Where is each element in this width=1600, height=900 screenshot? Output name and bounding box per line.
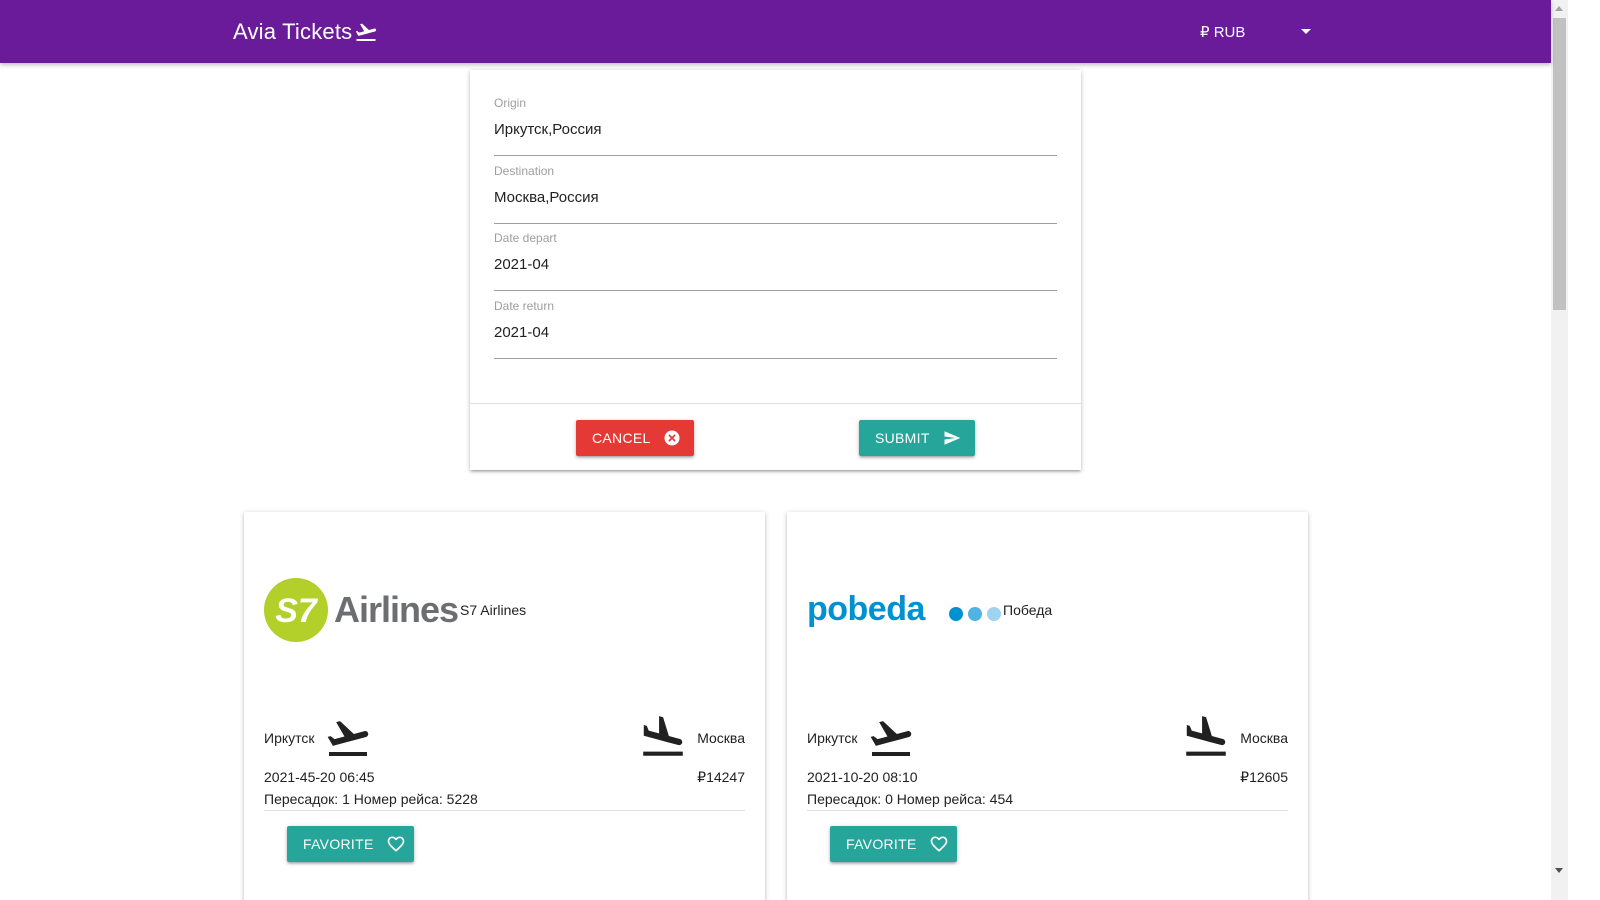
airline-name: Победа bbox=[1003, 602, 1053, 618]
flight-info: Пересадок: 0 Номер рейса: 454 bbox=[807, 791, 1288, 811]
flight-takeoff-icon bbox=[356, 23, 377, 41]
heart-outline-icon bbox=[929, 834, 949, 854]
origin-label: Origin bbox=[494, 96, 527, 110]
date-return-input[interactable] bbox=[494, 319, 1057, 345]
date-return-field: Date return bbox=[494, 299, 1057, 359]
origin-city: Иркутск bbox=[264, 730, 315, 746]
s7-logo-icon: S7 Airlines bbox=[264, 578, 459, 642]
scroll-up-arrow-icon[interactable] bbox=[1555, 6, 1563, 11]
origin-city: Иркутск bbox=[807, 730, 858, 746]
flight-land-icon bbox=[643, 716, 683, 756]
favorite-button[interactable]: Favorite bbox=[830, 826, 957, 862]
pobeda-logo-icon: pobeda bbox=[807, 590, 1001, 628]
date-depart-label: Date depart bbox=[494, 231, 557, 245]
ticket-price: ₽14247 bbox=[697, 769, 745, 785]
scroll-thumb[interactable] bbox=[1553, 18, 1566, 310]
brand-title: Avia Tickets bbox=[233, 19, 353, 44]
ticket-price: ₽12605 bbox=[1240, 769, 1288, 785]
favorite-button-label: Favorite bbox=[846, 836, 917, 852]
departure-row: 2021-45-20 06:45 ₽14247 bbox=[264, 769, 745, 785]
flight-takeoff-icon bbox=[870, 721, 912, 756]
destination-field: Destination bbox=[494, 164, 1057, 224]
flight-takeoff-icon bbox=[327, 721, 369, 756]
navbar: Avia Tickets ₽ RUB bbox=[0, 0, 1551, 63]
favorite-button[interactable]: Favorite bbox=[287, 826, 414, 862]
scroll-down-arrow-icon[interactable] bbox=[1555, 868, 1563, 873]
destination-input[interactable] bbox=[494, 184, 1057, 210]
cancel-button[interactable]: Cancel bbox=[576, 420, 694, 456]
ticket-card-pobeda: pobeda Победа Иркутск Москва 2021-10-20 … bbox=[787, 512, 1308, 900]
destination-city: Москва bbox=[1240, 730, 1288, 746]
route-row: Иркутск Москва bbox=[264, 712, 745, 762]
origin-input[interactable] bbox=[494, 116, 1057, 142]
currency-value: ₽ RUB bbox=[1200, 24, 1246, 41]
cancel-button-label: Cancel bbox=[592, 430, 651, 446]
date-return-label: Date return bbox=[494, 299, 555, 313]
cancel-circle-icon bbox=[663, 429, 681, 447]
origin-field: Origin bbox=[494, 96, 1057, 156]
pobeda-logo-text: pobeda bbox=[807, 590, 926, 628]
departure-datetime: 2021-10-20 08:10 bbox=[807, 769, 918, 785]
airline-name: S7 Airlines bbox=[460, 602, 527, 618]
heart-outline-icon bbox=[386, 834, 406, 854]
flight-info: Пересадок: 1 Номер рейса: 5228 bbox=[264, 791, 745, 811]
date-depart-input[interactable] bbox=[494, 251, 1057, 277]
airline-logo-pobeda: pobeda Победа bbox=[807, 578, 1052, 642]
destination-city: Москва bbox=[697, 730, 745, 746]
submit-button[interactable]: Submit bbox=[859, 420, 975, 456]
departure-row: 2021-10-20 08:10 ₽12605 bbox=[807, 769, 1288, 785]
s7-logo-mark: S7 bbox=[275, 592, 319, 630]
s7-logo-text: Airlines bbox=[334, 589, 458, 630]
ticket-card-s7: S7 Airlines S7 Airlines Иркутск Москва 2… bbox=[244, 512, 765, 900]
caret-down-icon bbox=[1301, 29, 1311, 34]
currency-select[interactable]: ₽ RUB bbox=[1200, 20, 1315, 44]
route-row: Иркутск Москва bbox=[807, 712, 1288, 762]
search-actions: Cancel Submit bbox=[470, 403, 1081, 470]
favorite-button-label: Favorite bbox=[303, 836, 374, 852]
departure-datetime: 2021-45-20 06:45 bbox=[264, 769, 375, 785]
airline-logo-s7: S7 Airlines S7 Airlines bbox=[264, 578, 526, 642]
flight-land-icon bbox=[1186, 716, 1226, 756]
search-form-card: Origin Destination Date depart Date retu… bbox=[470, 70, 1081, 470]
send-icon bbox=[942, 429, 962, 447]
page-scrollbar[interactable] bbox=[1551, 0, 1568, 900]
submit-button-label: Submit bbox=[875, 430, 930, 446]
date-depart-field: Date depart bbox=[494, 231, 1057, 291]
brand-logo[interactable]: Avia Tickets bbox=[233, 17, 378, 47]
destination-label: Destination bbox=[494, 164, 555, 178]
